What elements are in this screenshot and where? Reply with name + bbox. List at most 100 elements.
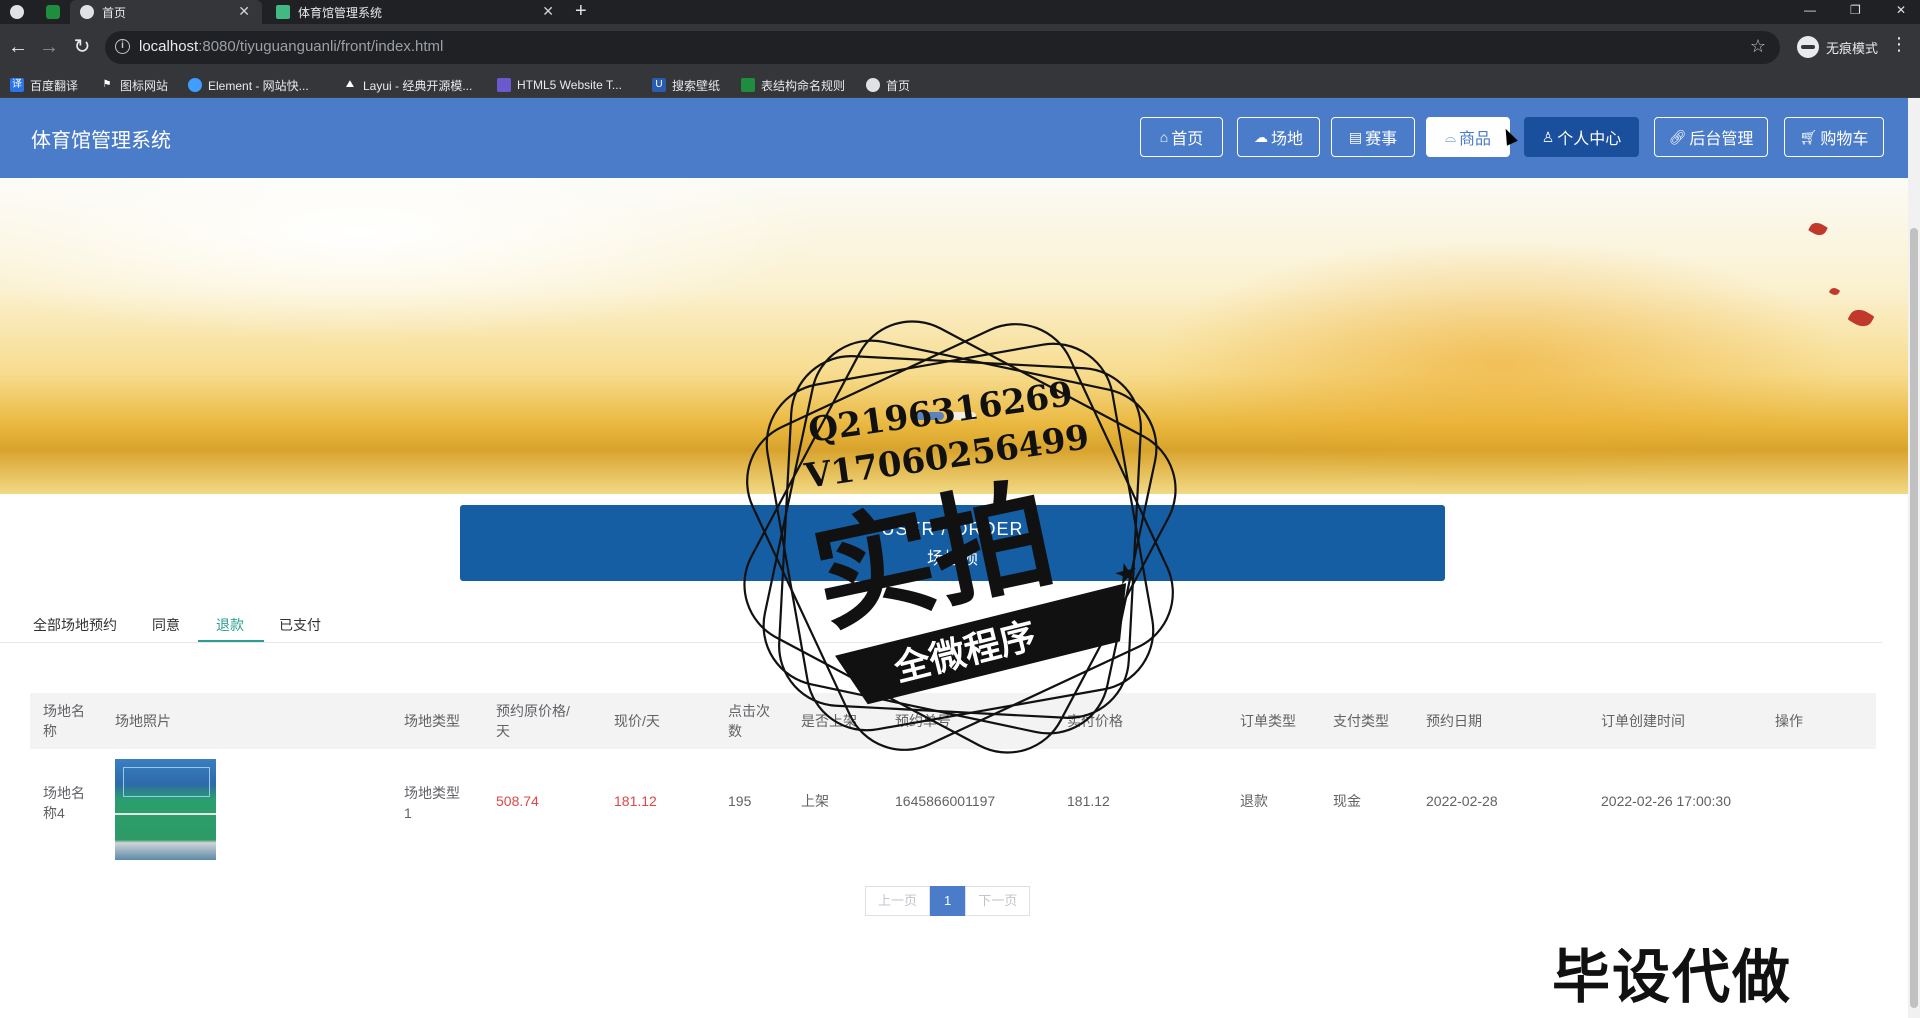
nav-events-button[interactable]: ▤ 赛事	[1331, 117, 1415, 157]
page-number-button[interactable]: 1	[930, 886, 966, 916]
tab-gym-system[interactable]: 体育馆管理系统 ✕	[266, 0, 566, 24]
tab-label: 体育馆管理系统	[298, 5, 383, 20]
close-window-icon[interactable]: ✕	[1896, 0, 1906, 24]
address-bar[interactable]: i localhost:8080/tiyuguanguanli/front/in…	[105, 31, 1780, 64]
leaf-icon	[1847, 305, 1875, 331]
incognito-icon	[1797, 36, 1819, 58]
col-venue-name: 场地名称	[43, 703, 85, 739]
restore-icon[interactable]: ❐	[1850, 0, 1861, 24]
forward-icon[interactable]: →	[37, 36, 61, 60]
tab-all-bookings[interactable]: 全部场地预约	[33, 605, 117, 645]
page-scrollbar[interactable]	[1908, 98, 1920, 1018]
cell-venue-name: 场地名称4	[43, 785, 85, 821]
tab-home[interactable]: 首页 ✕	[70, 0, 262, 24]
cell-clicks: 195	[728, 793, 752, 809]
minimize-icon[interactable]: —	[1804, 0, 1816, 24]
cell-order-no: 1645866001197	[895, 793, 996, 809]
info-icon[interactable]: i	[115, 39, 130, 54]
incognito-indicator[interactable]: 无痕模式	[1797, 32, 1878, 62]
incognito-label: 无痕模式	[1826, 40, 1879, 56]
col-venue-photo: 场地照片	[115, 713, 171, 729]
cell-created: 2022-02-26 17:00:30	[1601, 793, 1731, 809]
bookmark-item[interactable]: ⛰ Layui - 经典开源模...	[343, 76, 473, 94]
wallpaper-icon: U	[652, 78, 666, 92]
tab-refund[interactable]: 退款	[216, 605, 244, 645]
col-orig-price: 预约原价格/天	[496, 703, 570, 739]
col-pay-type: 支付类型	[1333, 713, 1389, 729]
bookmark-item[interactable]: HTML5 Website T...	[497, 76, 622, 94]
pagination: 上一页 1 下一页	[865, 886, 1031, 916]
globe-icon	[866, 78, 880, 92]
cart-icon: 🛒︎	[1799, 128, 1818, 145]
bookmarks-bar: 译百度翻译 ⚑ 图标网站 Element - 网站快... ⛰ Layui - 经典…	[0, 72, 1920, 98]
flag-icon: ⚑	[102, 79, 112, 90]
browser-toolbar: ← → ↻ i localhost:8080/tiyuguanguanli/fr…	[0, 24, 1920, 72]
nav-user-center-button[interactable]: ♙ 个人中心	[1524, 117, 1639, 157]
tab-paid[interactable]: 已支付	[279, 605, 321, 645]
next-page-button[interactable]: 下一页	[965, 886, 1031, 916]
tab-active-indicator	[198, 640, 264, 642]
back-icon[interactable]: ←	[6, 36, 30, 60]
calendar-icon: ▤	[1348, 128, 1363, 145]
bookmark-item[interactable]: 表结构命名规则	[741, 76, 845, 94]
tab-agreed[interactable]: 同意	[152, 605, 180, 645]
nav-home-button[interactable]: ⌂ 首页	[1140, 117, 1223, 157]
close-icon[interactable]: ✕	[238, 3, 250, 20]
cell-order-type: 退款	[1240, 793, 1268, 809]
menu-icon[interactable]: ⋮	[1890, 34, 1908, 55]
tab-pinned-2[interactable]	[36, 0, 66, 24]
cell-price: 181.12	[614, 793, 657, 809]
nav-venue-button[interactable]: ☁ 场地	[1237, 117, 1320, 157]
site-header: 体育馆管理系统 ⌂ 首页 ☁ 场地 ▤ 赛事 ⌓ 商品 ♙ 个人中心 🔗︎ 后台管理 🛒︎ 购…	[0, 98, 1908, 178]
cell-book-date: 2022-02-28	[1426, 793, 1498, 809]
tab-pinned-1[interactable]	[0, 0, 36, 24]
col-price: 现价/天	[614, 713, 660, 729]
cell-pay-type: 现金	[1333, 793, 1361, 809]
nav-admin-button[interactable]: 🔗︎ 后台管理	[1654, 117, 1768, 157]
banner-glow	[1150, 238, 1850, 488]
col-created: 订单创建时间	[1601, 713, 1685, 729]
element-icon	[188, 78, 202, 92]
nav-goods-button[interactable]: ⌓ 商品	[1426, 117, 1510, 157]
link-icon: 🔗︎	[1668, 128, 1687, 145]
col-actions: 操作	[1775, 713, 1803, 729]
bookmark-star-icon[interactable]: ☆	[1750, 36, 1766, 57]
bookmark-item[interactable]: 首页	[866, 76, 910, 94]
globe-icon	[80, 5, 94, 19]
bookmark-item[interactable]: 译百度翻译	[10, 76, 78, 94]
cell-on-shelf: 上架	[801, 793, 829, 809]
prev-page-button[interactable]: 上一页	[865, 886, 931, 916]
cell-paid: 181.12	[1067, 793, 1110, 809]
scrollbar-thumb[interactable]	[1910, 228, 1918, 1008]
translate-icon: 译	[10, 78, 24, 92]
bookmark-item[interactable]: U 搜索壁纸	[652, 76, 720, 94]
leaf-icon	[1808, 219, 1828, 239]
new-tab-icon[interactable]: +	[575, 0, 587, 24]
close-icon[interactable]: ✕	[542, 3, 554, 20]
col-book-date: 预约日期	[1426, 713, 1482, 729]
col-venue-type: 场地类型	[404, 713, 460, 729]
vue-icon	[276, 5, 290, 19]
col-order-type: 订单类型	[1240, 713, 1296, 729]
url-text: localhost:8080/tiyuguanguanli/front/inde…	[139, 38, 444, 55]
user-icon: ♙	[1541, 128, 1555, 145]
shop-icon: ⌓	[1444, 128, 1457, 145]
nav-cart-button[interactable]: 🛒︎ 购物车	[1784, 117, 1884, 157]
tab-label: 首页	[102, 5, 127, 20]
browser-tabstrip: 首页 ✕ 体育馆管理系统 ✕ + — ❐ ✕	[0, 0, 1920, 24]
cell-orig-price: 508.74	[496, 793, 539, 809]
bookmark-item[interactable]: Element - 网站快...	[188, 76, 309, 94]
watermark-stamp: Q2196316269 V17060256499 实拍 全微程序 ★ ★	[743, 320, 1177, 754]
venue-icon: ☁	[1253, 128, 1268, 145]
globe-icon	[10, 5, 24, 19]
venue-photo[interactable]	[115, 759, 216, 860]
html5-icon	[497, 78, 511, 92]
leaf-icon	[1828, 286, 1841, 297]
site-title: 体育馆管理系统	[31, 130, 171, 152]
layui-icon: ⛰	[345, 79, 355, 90]
reload-icon[interactable]: ↻	[70, 36, 94, 60]
home-icon: ⌂	[1159, 129, 1169, 145]
sheet-icon	[741, 78, 755, 92]
bookmark-item[interactable]: ⚑ 图标网站	[100, 76, 169, 94]
watermark-corner-text: 毕设代做	[1552, 945, 1793, 1010]
